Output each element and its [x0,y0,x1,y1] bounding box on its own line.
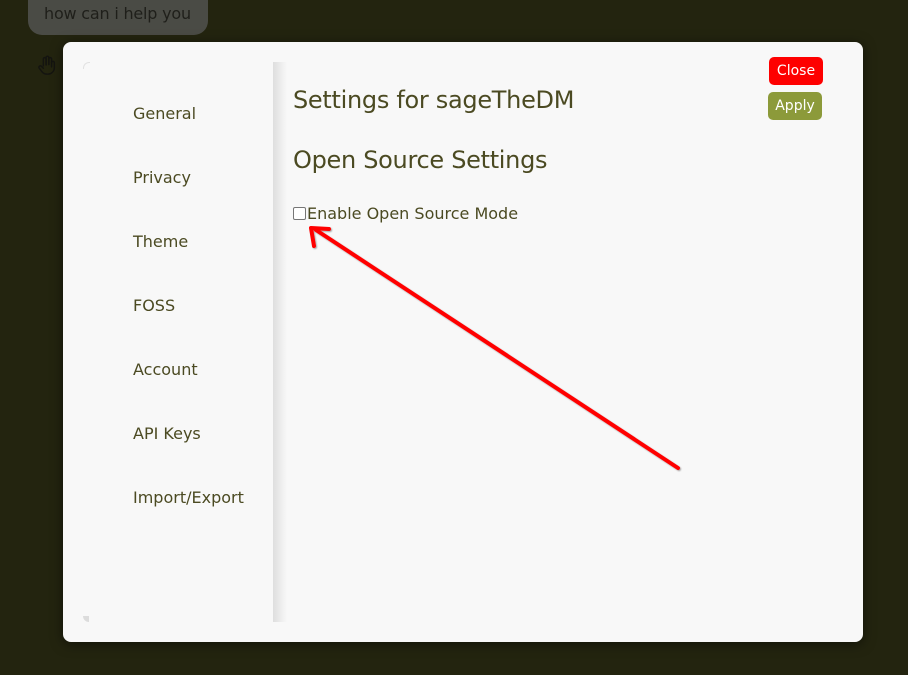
enable-open-source-option[interactable]: Enable Open Source Mode [293,204,518,223]
section-title: Open Source Settings [293,146,548,174]
apply-button[interactable]: Apply [768,92,822,120]
sidebar-item-foss[interactable]: FOSS [133,296,175,315]
close-button[interactable]: Close [769,57,823,85]
chat-message-bubble: how can i help you [28,0,208,35]
enable-open-source-checkbox[interactable] [293,207,306,220]
chat-message-text: how can i help you [44,4,191,23]
page-title: Settings for sageTheDM [293,86,575,114]
hand-icon[interactable] [36,54,58,76]
sidebar-item-theme[interactable]: Theme [133,232,188,251]
settings-sidebar: General Privacy Theme FOSS Account API K… [83,62,273,622]
sidebar-item-privacy[interactable]: Privacy [133,168,191,187]
sidebar-item-account[interactable]: Account [133,360,198,379]
enable-open-source-label: Enable Open Source Mode [307,204,519,223]
sidebar-divider [273,62,287,622]
sidebar-item-general[interactable]: General [133,104,196,123]
settings-modal: General Privacy Theme FOSS Account API K… [63,42,863,642]
sidebar-item-import-export[interactable]: Import/Export [133,488,244,507]
sidebar-item-api-keys[interactable]: API Keys [133,424,201,443]
